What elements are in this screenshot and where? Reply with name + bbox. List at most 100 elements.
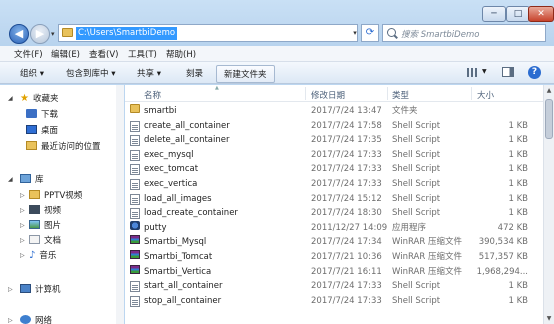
recent-pages-dropdown[interactable]: ▾: [51, 30, 55, 38]
expand-pictures-icon[interactable]: ▷: [20, 222, 25, 229]
file-size: 1 KB: [508, 193, 528, 204]
nav-videos-label: 视频: [44, 206, 62, 216]
organize-button[interactable]: 组织 ▾: [20, 67, 44, 79]
help-icon[interactable]: ?: [528, 66, 541, 79]
include-in-library-button[interactable]: 包含到库中 ▾: [66, 67, 115, 79]
view-dropdown-icon[interactable]: ▼: [482, 68, 487, 75]
file-date: 2017/7/24 17:33: [311, 149, 382, 160]
file-row[interactable]: Smartbi_Vertica 2017/7/21 16:11 WinRAR 压缩文…: [125, 264, 554, 279]
file-type: Shell Script: [392, 281, 441, 292]
forward-button[interactable]: ▶: [30, 24, 50, 44]
network-icon: [20, 315, 31, 324]
rar-icon: [130, 264, 140, 274]
file-name: exec_tomcat: [144, 164, 199, 175]
nav-desktop[interactable]: 桌面: [26, 124, 58, 138]
view-options-icon[interactable]: [467, 68, 479, 77]
file-row[interactable]: load_all_images 2017/7/24 15:12 Shell Scri…: [125, 192, 554, 206]
nav-computer[interactable]: 计算机: [20, 283, 61, 297]
file-row[interactable]: stop_all_container 2017/7/24 17:33 Shell S…: [125, 294, 554, 308]
file-row[interactable]: Smartbi_Tomcat 2017/7/21 10:36 WinRAR 压缩文件…: [125, 250, 554, 264]
address-dropdown-icon[interactable]: ▾: [349, 24, 361, 42]
burn-button[interactable]: 刻录: [186, 67, 203, 79]
column-name[interactable]: 名称: [144, 89, 161, 101]
expand-pptv-icon[interactable]: ▷: [20, 192, 25, 199]
expand-computer-icon[interactable]: ▷: [8, 286, 13, 293]
file-row[interactable]: Smartbi_Mysql 2017/7/24 17:34 WinRAR 压缩文件 3…: [125, 235, 554, 249]
refresh-button[interactable]: ⟳: [361, 24, 379, 42]
menu-help[interactable]: 帮助(H): [166, 48, 196, 60]
script-icon: [130, 193, 140, 205]
expand-documents-icon[interactable]: ▷: [20, 237, 25, 244]
nav-music-label: 音乐: [39, 251, 57, 261]
column-size[interactable]: 大小: [477, 89, 494, 101]
address-bar[interactable]: C:\Users\SmartbiDemo: [58, 24, 358, 42]
file-row[interactable]: exec_mysql 2017/7/24 17:33 Shell Script 1 K…: [125, 148, 554, 162]
new-folder-button[interactable]: 新建文件夹: [216, 65, 275, 83]
column-date[interactable]: 修改日期: [311, 89, 345, 101]
menu-edit[interactable]: 编辑(E): [51, 48, 80, 60]
search-placeholder: 搜索 SmartbiDemo: [401, 30, 480, 40]
expand-libraries-icon[interactable]: ◢: [8, 176, 13, 183]
scroll-up-icon[interactable]: ▲: [544, 87, 554, 94]
preview-pane-icon[interactable]: [502, 67, 514, 77]
close-button[interactable]: ✕: [528, 6, 554, 22]
nav-network[interactable]: 网络: [20, 314, 52, 324]
navigation-pane: ◢ ★ 收藏夹 下载 桌面 最近访问的位置 ◢ 库 ▷ PPTV视频 ▷ 视频 ▷…: [0, 85, 124, 324]
menu-view[interactable]: 查看(V): [89, 48, 118, 60]
vertical-scrollbar[interactable]: ▲ ▼: [543, 85, 554, 324]
address-path[interactable]: C:\Users\SmartbiDemo: [76, 27, 178, 40]
nav-favorites[interactable]: ★ 收藏夹: [20, 92, 58, 106]
nav-pptv-videos[interactable]: PPTV视频: [29, 189, 82, 203]
nav-recent-label: 最近访问的位置: [41, 142, 101, 152]
file-row[interactable]: start_all_container 2017/7/24 17:33 Shell …: [125, 279, 554, 293]
column-divider[interactable]: [471, 87, 472, 100]
file-name: putty: [144, 222, 167, 233]
file-size: 1 KB: [508, 179, 528, 189]
file-row[interactable]: smartbi 2017/7/24 13:47 文件夹: [125, 104, 554, 118]
file-name: Smartbi_Vertica: [144, 266, 212, 277]
column-divider[interactable]: [387, 87, 388, 100]
nav-pane-scrollbar[interactable]: [116, 85, 124, 324]
nav-videos[interactable]: 视频: [29, 204, 61, 218]
nav-pictures[interactable]: 图片: [29, 219, 61, 233]
file-row[interactable]: create_all_container 2017/7/24 17:58 Shell…: [125, 119, 554, 133]
column-type[interactable]: 类型: [392, 89, 409, 101]
script-icon: [130, 164, 140, 176]
minimize-button[interactable]: ─: [482, 6, 506, 22]
search-input[interactable]: 搜索 SmartbiDemo: [382, 24, 546, 42]
scroll-down-icon[interactable]: ▼: [544, 315, 554, 322]
file-date: 2017/7/24 17:33: [311, 179, 382, 189]
file-row[interactable]: exec_tomcat 2017/7/24 17:33 Shell Script 1 …: [125, 162, 554, 176]
file-row[interactable]: load_create_container 2017/7/24 18:30 Shel…: [125, 206, 554, 220]
nav-recent-places[interactable]: 最近访问的位置: [26, 140, 101, 154]
maximize-button[interactable]: □: [506, 6, 530, 22]
file-name: smartbi: [144, 106, 177, 116]
script-icon: [130, 208, 140, 220]
script-icon: [130, 295, 140, 307]
back-arrow-icon: ◀: [14, 27, 24, 40]
file-date: 2017/7/24 17:33: [311, 295, 382, 306]
expand-favorites-icon[interactable]: ◢: [8, 95, 13, 102]
nav-documents[interactable]: 文档: [29, 234, 61, 248]
scrollbar-thumb[interactable]: [545, 99, 553, 139]
expand-videos-icon[interactable]: ▷: [20, 207, 25, 214]
nav-music[interactable]: ♪ 音乐: [29, 249, 56, 263]
forward-arrow-icon: ▶: [35, 27, 45, 40]
downloads-icon: [26, 109, 37, 118]
column-divider[interactable]: [305, 87, 306, 100]
file-row[interactable]: exec_vertica 2017/7/24 17:33 Shell Script 1…: [125, 177, 554, 191]
nav-computer-label: 计算机: [35, 285, 61, 295]
expand-music-icon[interactable]: ▷: [20, 252, 25, 259]
file-row[interactable]: delete_all_container 2017/7/24 17:35 Shell…: [125, 133, 554, 147]
nav-downloads[interactable]: 下载: [26, 108, 58, 122]
nav-libraries[interactable]: 库: [20, 173, 44, 187]
share-button[interactable]: 共享 ▾: [137, 67, 161, 79]
back-button[interactable]: ◀: [9, 24, 29, 44]
file-date: 2011/12/27 14:09: [311, 222, 388, 233]
menu-tools[interactable]: 工具(T): [128, 48, 157, 60]
menu-file[interactable]: 文件(F): [14, 48, 43, 60]
file-row[interactable]: putty 2011/12/27 14:09 应用程序 472 KB: [125, 220, 554, 235]
expand-network-icon[interactable]: ▷: [8, 317, 13, 324]
file-date: 2017/7/24 17:35: [311, 135, 382, 146]
command-bar: 组织 ▾ 包含到库中 ▾ 共享 ▾ 刻录 新建文件夹 ▼ ?: [0, 62, 554, 84]
